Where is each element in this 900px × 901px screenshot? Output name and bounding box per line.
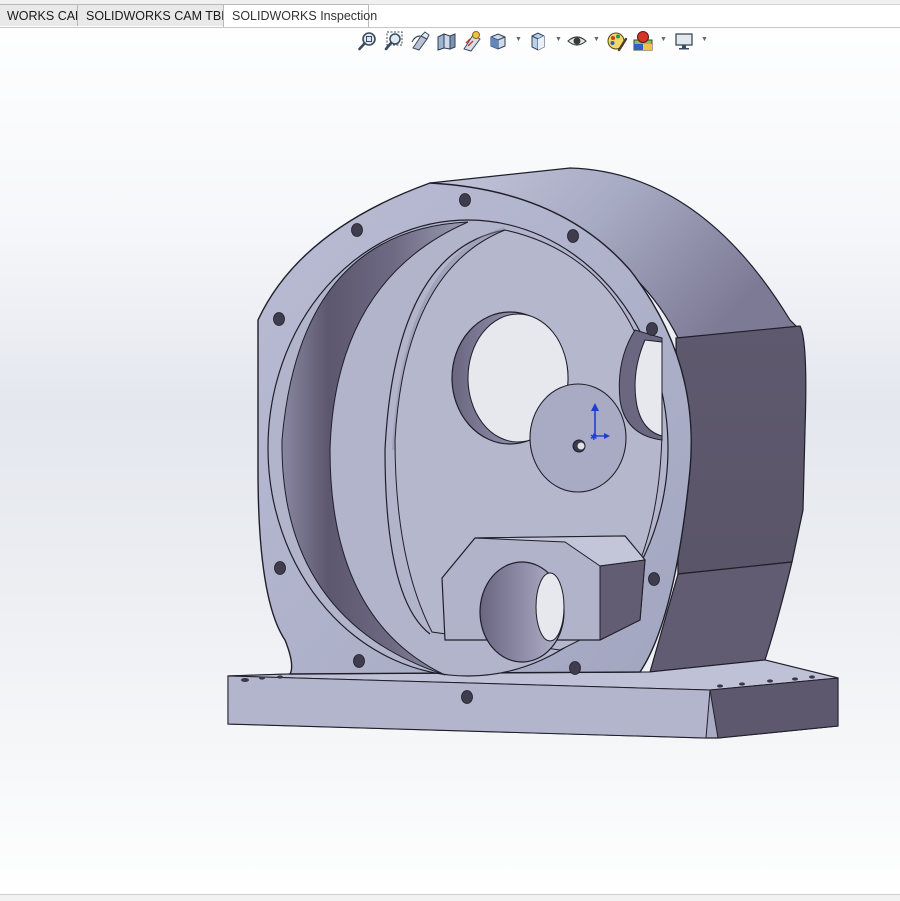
pilot-boss — [529, 383, 627, 493]
svg-text:✱: ✱ — [590, 433, 598, 443]
part-model-3d-view[interactable]: ✱ — [0, 0, 900, 900]
